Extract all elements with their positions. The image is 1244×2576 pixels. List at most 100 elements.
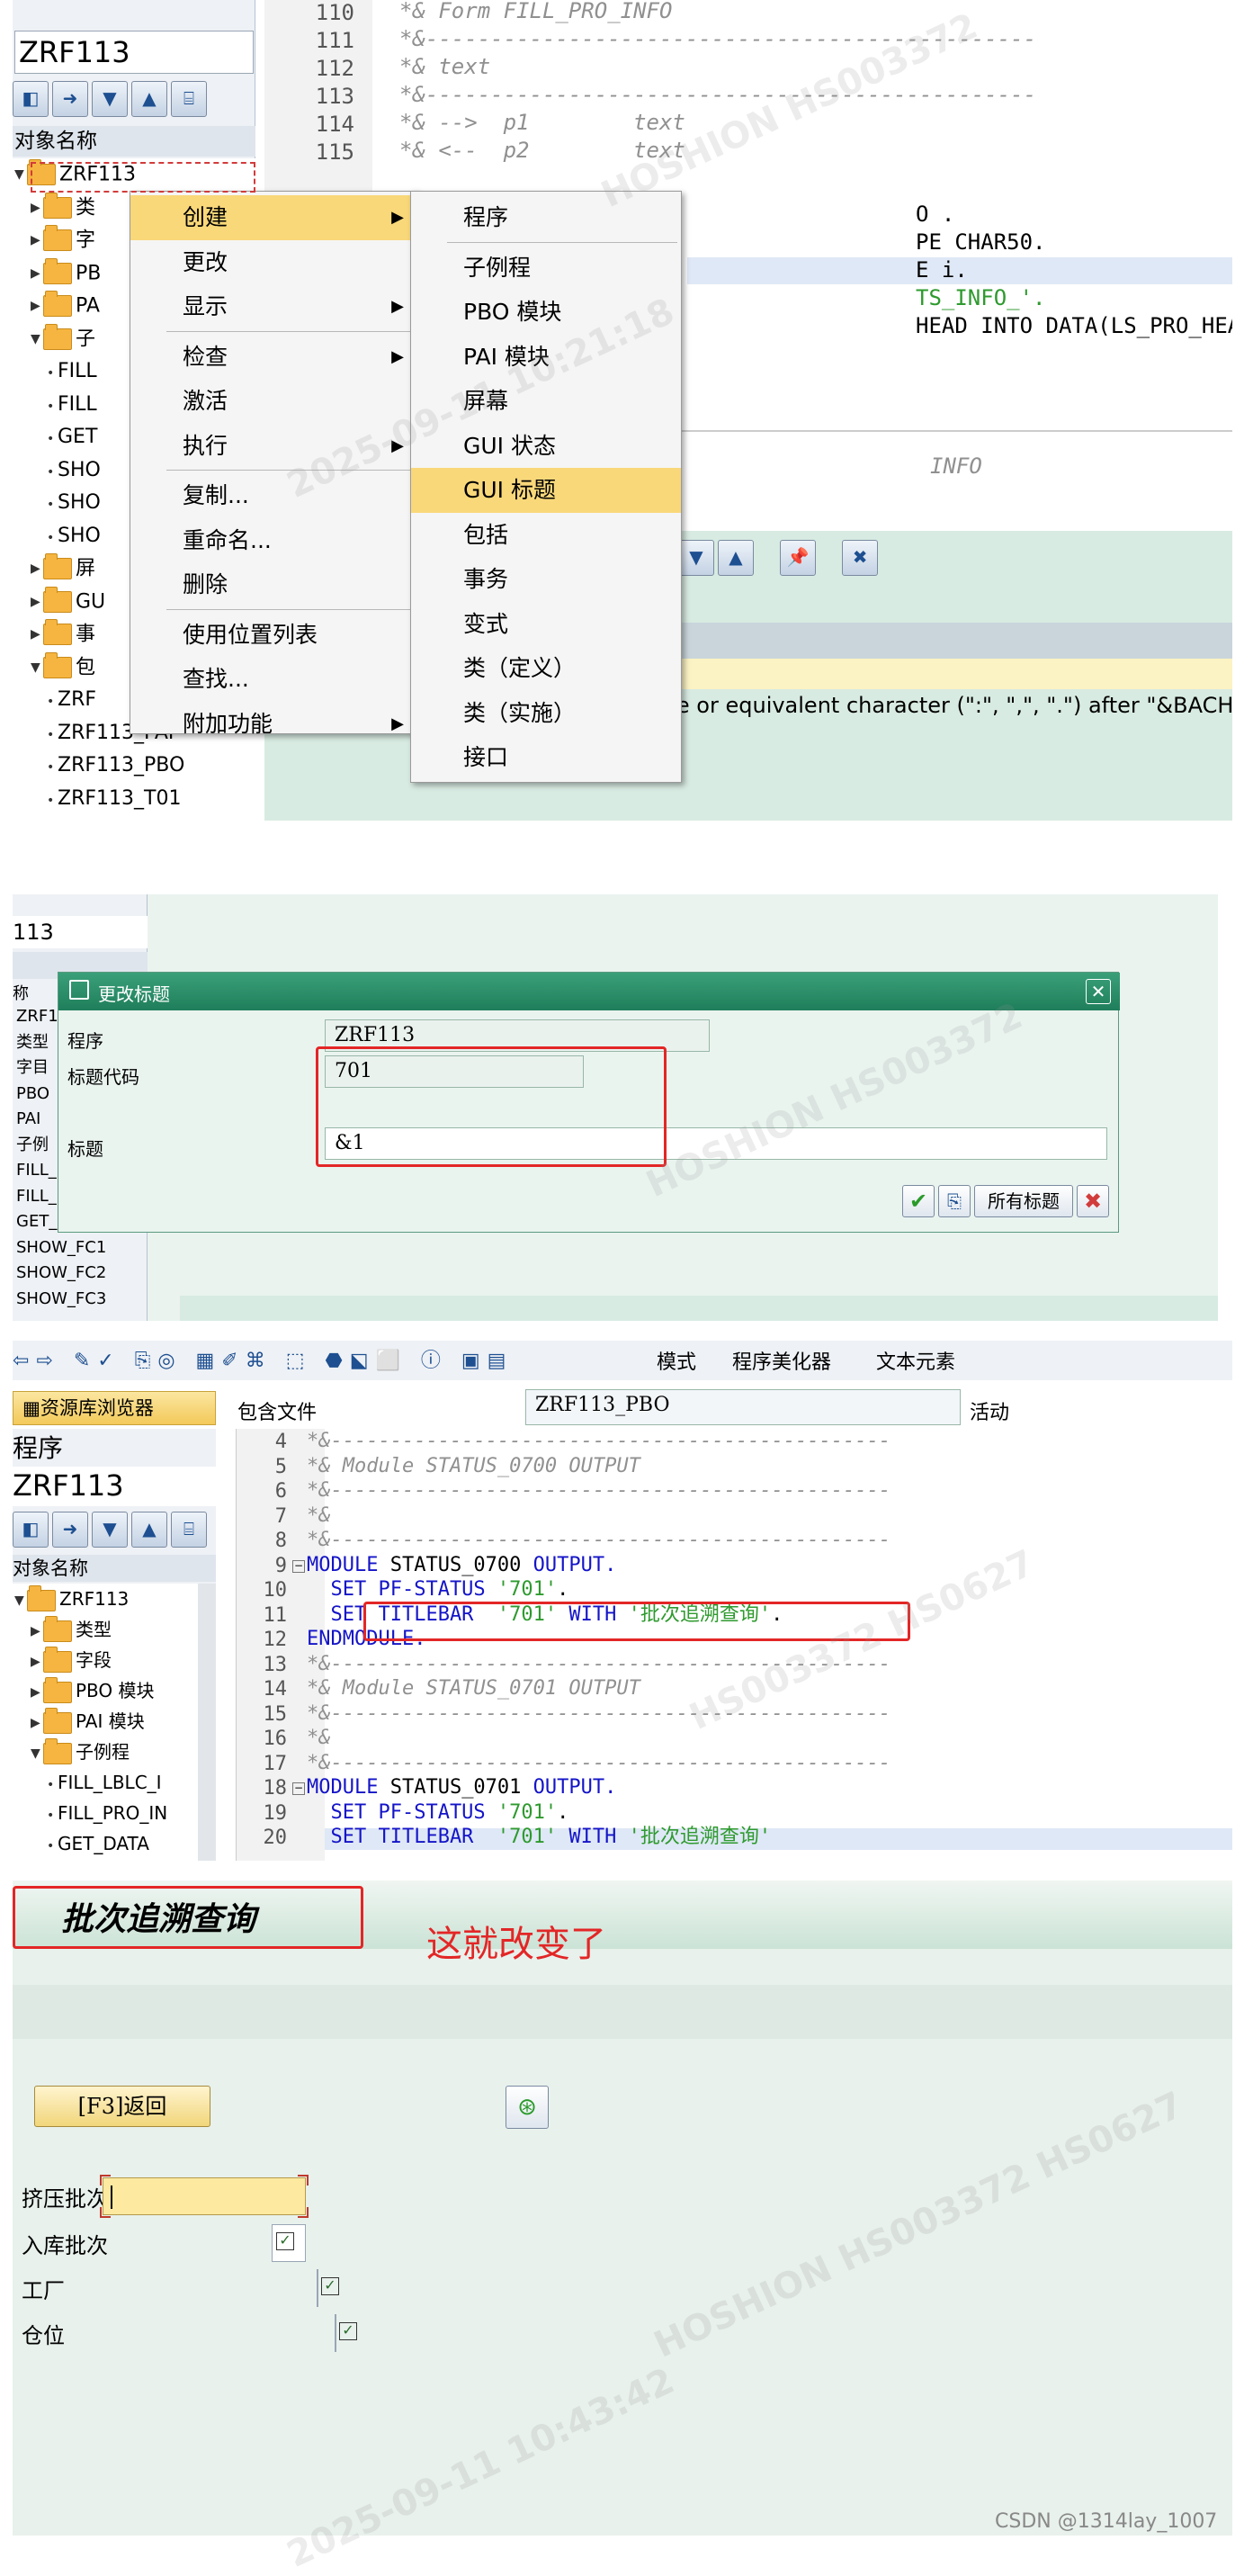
expand-arrow-icon[interactable]: ▼ bbox=[31, 1738, 43, 1769]
menu-item[interactable]: 执行 ▶ bbox=[130, 424, 416, 469]
tree-node[interactable]: ▼ 子 bbox=[31, 323, 95, 356]
forward-arrow-icon[interactable]: ➜ bbox=[52, 81, 88, 117]
tree-node[interactable]: • GET bbox=[47, 421, 97, 454]
expand-arrow-icon[interactable]: ▼ bbox=[14, 1585, 27, 1616]
menu-item[interactable]: 显示 ▶ bbox=[130, 284, 416, 329]
menu-item[interactable]: 删除 bbox=[130, 562, 416, 607]
tree-node[interactable]: • ZRF bbox=[47, 684, 96, 717]
tree-node[interactable]: ▶ PA bbox=[31, 290, 100, 323]
collapse-arrow-icon[interactable]: ▶ bbox=[31, 1647, 43, 1677]
tree-node[interactable]: ▶ 事 bbox=[31, 618, 95, 651]
tree-node[interactable]: ▶ 类型 bbox=[31, 1614, 112, 1645]
tree-node[interactable]: PAI bbox=[16, 1107, 40, 1132]
collapse-arrow-icon[interactable]: ▶ bbox=[31, 1677, 43, 1708]
collapse-arrow-icon[interactable]: ▶ bbox=[31, 257, 43, 291]
expand-icon[interactable]: ▼ bbox=[92, 81, 128, 117]
program-name-input-2[interactable]: 113 bbox=[13, 916, 148, 948]
confirm-button[interactable]: ✔ bbox=[902, 1185, 935, 1217]
tree-node[interactable]: ▼ 包 bbox=[31, 651, 95, 685]
collapse-icon-3[interactable]: ▲ bbox=[131, 1512, 167, 1548]
back-icon[interactable]: ◧ bbox=[13, 81, 49, 117]
tree-node[interactable]: • SHO bbox=[47, 454, 101, 488]
tree-node[interactable]: • FILL_PRO_IN bbox=[47, 1798, 167, 1828]
dialog-close-button[interactable]: ✕ bbox=[1086, 979, 1111, 1004]
menu-item[interactable]: 重命名... bbox=[130, 518, 416, 563]
tree-node[interactable]: ▶ GU bbox=[31, 586, 105, 619]
fold-toggle-icon[interactable]: − bbox=[292, 1782, 305, 1795]
tree-node[interactable]: PBO bbox=[16, 1082, 49, 1107]
tree-node[interactable]: SHOW_FC1 bbox=[16, 1235, 106, 1261]
forward-icon-3[interactable]: ➜ bbox=[52, 1512, 88, 1548]
collapse-arrow-icon[interactable]: ▶ bbox=[31, 618, 43, 651]
tree-node[interactable]: SHOW_FC3 bbox=[16, 1287, 106, 1312]
menu-item[interactable]: 使用位置列表 bbox=[130, 613, 416, 658]
menu-item[interactable]: GUI 状态 bbox=[411, 424, 681, 469]
hierarchy-icon[interactable]: ⌸ bbox=[171, 81, 207, 117]
tree-node[interactable]: • GET_DATA bbox=[47, 1828, 149, 1859]
collapse-arrow-icon[interactable]: ▶ bbox=[31, 1616, 43, 1647]
menu-item[interactable]: 事务 bbox=[411, 557, 681, 602]
tree-node[interactable]: ▶ 屏 bbox=[31, 552, 95, 586]
up-icon[interactable]: ▲ bbox=[718, 540, 754, 576]
menu-item[interactable]: 子例程 bbox=[411, 246, 681, 291]
tree-node[interactable]: • FILL bbox=[47, 355, 97, 389]
back-button[interactable]: [F3]返回 bbox=[34, 2086, 210, 2127]
execute-icon[interactable]: ⊛ bbox=[506, 2086, 549, 2129]
collapse-icon[interactable]: ▲ bbox=[131, 81, 167, 117]
copy-button[interactable]: ⎘ bbox=[938, 1185, 971, 1217]
fold-toggle-icon[interactable]: − bbox=[292, 1559, 305, 1573]
tree-node[interactable]: ▶ 字段 bbox=[31, 1645, 112, 1675]
tree-node[interactable]: ▶ 类 bbox=[31, 192, 95, 225]
expand-icon-3[interactable]: ▼ bbox=[92, 1512, 128, 1548]
menu-item[interactable]: 复制... bbox=[130, 473, 416, 518]
collapse-arrow-icon[interactable]: ▶ bbox=[31, 1708, 43, 1738]
repository-browser-button[interactable]: ▦资源库浏览器 bbox=[13, 1391, 216, 1425]
text-elements-menu[interactable]: 文本元素 bbox=[876, 1346, 955, 1375]
expand-arrow-icon[interactable]: ▼ bbox=[14, 158, 27, 192]
tree-node[interactable]: ▶ 字 bbox=[31, 224, 95, 257]
selection-input[interactable] bbox=[100, 2175, 309, 2218]
menu-item[interactable]: 更改 bbox=[130, 240, 416, 285]
menu-item[interactable]: 查找... bbox=[130, 657, 416, 702]
selection-input[interactable]: ✓ bbox=[317, 2269, 339, 2307]
selection-input[interactable]: ✓ bbox=[272, 2224, 306, 2262]
tree-node[interactable]: ▼ ZRF113 bbox=[14, 1584, 129, 1614]
menu-item[interactable]: 接口 bbox=[411, 735, 681, 780]
expand-arrow-icon[interactable]: ▼ bbox=[31, 323, 43, 356]
tree-node[interactable]: • FILL_LBLC_I bbox=[47, 1767, 162, 1798]
collapse-arrow-icon[interactable]: ▶ bbox=[31, 192, 43, 225]
menu-item[interactable]: PAI 模块 bbox=[411, 335, 681, 380]
all-titles-button[interactable]: 所有标题 bbox=[974, 1185, 1073, 1217]
tree-node[interactable]: FILL_ bbox=[16, 1158, 57, 1183]
tree-node[interactable]: SHOW_FC2 bbox=[16, 1261, 106, 1286]
pin-icon[interactable]: 📌 bbox=[780, 540, 817, 576]
menu-item[interactable]: PBO 模块 bbox=[411, 290, 681, 335]
collapse-arrow-icon[interactable]: ▶ bbox=[31, 224, 43, 257]
menu-item[interactable]: GUI 标题 bbox=[411, 468, 681, 513]
tree-node[interactable]: • SHO bbox=[47, 520, 101, 553]
tree-node[interactable]: FILL_ bbox=[16, 1184, 57, 1209]
tree-node[interactable]: 类型 bbox=[16, 1030, 49, 1055]
tree-node[interactable]: ▶ PB bbox=[31, 257, 101, 291]
back-icon-3[interactable]: ◧ bbox=[13, 1512, 49, 1548]
menu-item[interactable]: 屏幕 bbox=[411, 379, 681, 424]
include-field[interactable]: ZRF113_PBO bbox=[525, 1389, 961, 1425]
tree-node[interactable]: • ZRF113_PBO bbox=[47, 749, 184, 783]
tree-node[interactable]: • FILL bbox=[47, 389, 97, 422]
menu-item[interactable]: 附加功能 ▶ bbox=[130, 702, 416, 747]
menu-item[interactable]: 变式 bbox=[411, 602, 681, 647]
tree-node[interactable]: ▶ PAI 模块 bbox=[31, 1706, 145, 1737]
tree-node[interactable]: • ZRF113_T01 bbox=[47, 783, 181, 816]
program-name-input-3[interactable]: ZRF113 bbox=[13, 1467, 216, 1506]
tree-node[interactable]: ▶ PBO 模块 bbox=[31, 1675, 155, 1706]
menu-item[interactable]: 激活 bbox=[130, 379, 416, 424]
collapse-arrow-icon[interactable]: ▶ bbox=[31, 586, 43, 619]
cancel-button[interactable]: ✖ bbox=[1077, 1185, 1109, 1217]
expand-arrow-icon[interactable]: ▼ bbox=[31, 651, 43, 685]
collapse-arrow-icon[interactable]: ▶ bbox=[31, 552, 43, 586]
menu-item[interactable]: 程序 bbox=[411, 195, 681, 240]
selection-input[interactable]: ✓ bbox=[335, 2314, 357, 2352]
pretty-printer-menu[interactable]: 程序美化器 bbox=[732, 1346, 831, 1375]
tree-node[interactable]: 子例 bbox=[16, 1133, 49, 1158]
menu-item[interactable]: 类（定义） bbox=[411, 646, 681, 691]
